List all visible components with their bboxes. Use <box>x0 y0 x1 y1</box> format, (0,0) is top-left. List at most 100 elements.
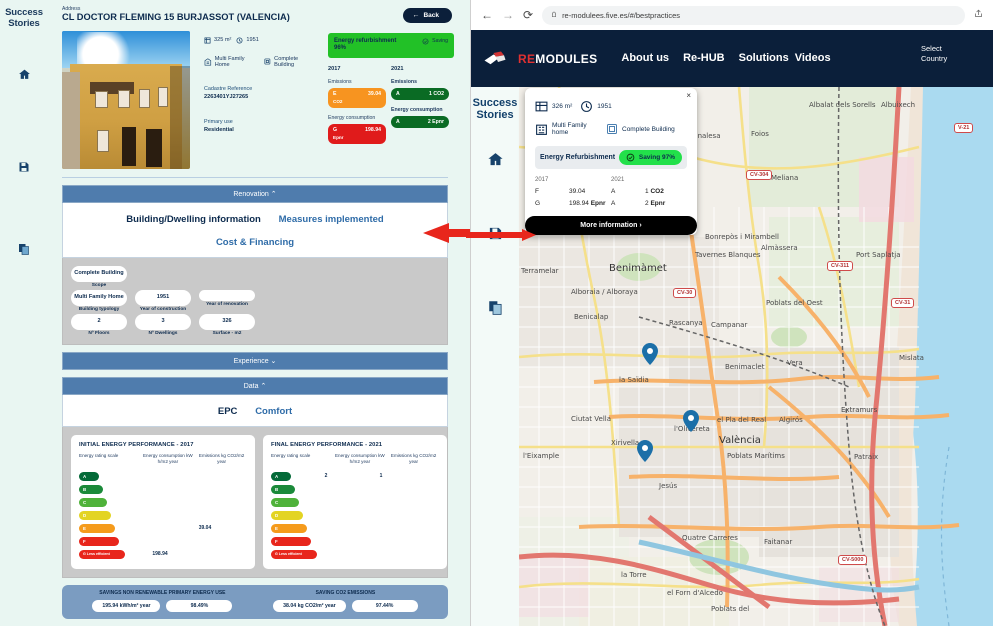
year-columns: 2017 Emissions E 39.04 CO2 Energy consum… <box>328 66 454 144</box>
badge-grade: A <box>396 119 400 125</box>
share-icon[interactable] <box>974 9 983 21</box>
map-label: Jesús <box>659 482 677 490</box>
browser-reload-icon[interactable]: ⟳ <box>523 8 533 22</box>
grade-rows: A B C D E39.04 F G Less efficient198.94 <box>79 470 247 561</box>
savings-pills: 38.04 kg CO2/m² year 97.44% <box>273 600 417 612</box>
map-pin[interactable] <box>683 410 699 432</box>
pill-caption: Scope <box>71 283 127 288</box>
close-icon[interactable]: × <box>686 91 691 100</box>
popup-scope-value: Complete Building <box>622 126 675 133</box>
map-label: Port Saplatja <box>856 251 901 259</box>
nav-videos[interactable]: Videos <box>795 52 831 65</box>
map-label: Alboraia / Alboraya <box>571 288 638 296</box>
tab-comfort[interactable]: Comfort <box>255 406 292 417</box>
grade-row: B <box>79 483 247 496</box>
nav-about-us[interactable]: About us <box>621 52 669 65</box>
home-icon[interactable] <box>11 62 37 88</box>
map-label: Benimaclet <box>725 363 764 371</box>
map-label: Quatre Carreres <box>682 534 738 542</box>
grade-bar-c: C <box>79 498 107 507</box>
grade-bar-f: F <box>271 537 311 546</box>
grade-row: A <box>79 470 247 483</box>
site-nav: About us Re-HUB Solutions Videos <box>621 52 830 65</box>
annotation-arrow-to-tabs <box>423 222 470 244</box>
select-country[interactable]: Select Country <box>921 44 963 64</box>
section-renovation-header[interactable]: Renovation ⌃ <box>62 185 448 203</box>
popup-value: 2 Epnr <box>645 200 665 207</box>
popup-line-consumption-before: G 198.94 Epnr <box>535 200 611 207</box>
map-label: Algirós <box>779 416 803 424</box>
brand-modules: MODULES <box>535 52 597 66</box>
header-scale: Energy rating scale <box>271 453 332 465</box>
tab-measures-implemented[interactable]: Measures implemented <box>279 214 384 225</box>
header-scale: Energy rating scale <box>79 453 140 465</box>
header-emissions: Emissions kg CO2/m2 year <box>196 453 247 465</box>
grade-row: G Less efficient198.94 <box>79 548 247 561</box>
browser-chrome: ← → ⟳ re-modulees.five.es/#/bestpractice… <box>471 0 993 30</box>
pill-caption: Year of construction <box>135 307 191 312</box>
scope-value: Complete Building <box>274 56 318 68</box>
savings-pills: 195.94 kWh/m² year 98.49% <box>92 600 232 612</box>
tab-building-dwelling-information[interactable]: Building/Dwelling information <box>126 214 261 225</box>
map-label: Poblats Marítims <box>727 452 785 460</box>
grade-bar-a: A <box>79 472 99 481</box>
tab-epc[interactable]: EPC <box>218 406 238 417</box>
badge-value: 198.94 <box>365 127 381 133</box>
popup-grade: A <box>611 200 645 207</box>
pill-value: 2 <box>71 314 127 330</box>
nav-solutions[interactable]: Solutions <box>739 52 789 65</box>
grade-bar-g: G Less efficient <box>271 550 317 559</box>
grade-row: E <box>271 522 439 535</box>
map-pin[interactable] <box>637 440 653 462</box>
map-pin[interactable] <box>642 343 658 365</box>
popup-value: 1 CO2 <box>645 188 664 195</box>
popup-grade: A <box>611 188 645 195</box>
section-data-header[interactable]: Data ⌃ <box>62 377 448 395</box>
map-label-burjassot: Benimàmet <box>609 263 667 274</box>
back-button[interactable]: ← Back <box>403 8 452 23</box>
popup-surface: 326 m² <box>535 100 572 113</box>
map-popup-card[interactable]: × 326 m² 1951 Multi Family home Complete… <box>525 88 697 235</box>
pill-caption: Nº Dwellings <box>135 331 191 336</box>
page-title: CL DOCTOR FLEMING 15 BURJASSOT (VALENCIA… <box>62 12 362 24</box>
popup-grade: F <box>535 188 569 195</box>
badge-grade: E <box>333 91 336 97</box>
more-information-button[interactable]: More information › <box>525 216 697 235</box>
brand-logo[interactable]: REMODULES <box>483 50 597 68</box>
documents-icon[interactable] <box>11 236 37 262</box>
pill-line-1: Complete Building Scope <box>71 266 439 288</box>
browser-forward-icon[interactable]: → <box>502 8 514 22</box>
documents-icon[interactable] <box>482 295 508 321</box>
grade-row: B <box>271 483 439 496</box>
popup-typology-value: Multi Family home <box>552 122 598 137</box>
year-value: 1951 <box>246 37 258 43</box>
browser-back-icon[interactable]: ← <box>481 8 493 22</box>
map-label: Benicalap <box>574 313 608 321</box>
road-shield: V-21 <box>954 123 973 133</box>
address-bar[interactable]: re-modulees.five.es/#/bestpractices <box>542 6 965 25</box>
badge-value: 39.04 <box>368 91 381 97</box>
save-icon[interactable] <box>11 154 37 180</box>
popup-year-before: 2017 <box>535 177 611 183</box>
fact-row-typology-scope: Multi Family Home Complete Building <box>204 56 318 68</box>
grade-row: G Less efficient <box>271 548 439 561</box>
savings-co2-group: SAVING CO2 EMISSIONS 38.04 kg CO2/m² yea… <box>273 590 417 612</box>
map-label: Foios <box>751 130 769 138</box>
nav-re-hub[interactable]: Re-HUB <box>683 52 725 65</box>
pill-line-3: 2 Nº Floors 3 Nº Dwellings 326 Surface -… <box>71 314 439 336</box>
header-emissions: Emissions kg CO2/m2 year <box>388 453 439 465</box>
popup-year-after: 2021 <box>611 177 687 183</box>
section-experience-header[interactable]: Experience ⌄ <box>62 352 448 370</box>
scope-chip: Complete Building <box>264 56 318 68</box>
grade-row: C <box>271 496 439 509</box>
map-label: Albuixech <box>881 101 915 109</box>
consumption-value-final: 2 <box>297 473 355 479</box>
home-icon[interactable] <box>482 147 508 173</box>
primary-use-block: Primary use Residential <box>204 118 318 135</box>
tab-cost-financing[interactable]: Cost & Financing <box>216 237 294 248</box>
map-label: Vera <box>787 359 803 367</box>
badge-emissions-after: A 1 CO2 <box>391 88 449 100</box>
grade-bar-f: F <box>79 537 119 546</box>
savings-value: 195.94 kWh/m² year <box>92 600 160 612</box>
map-label: Terramelar <box>521 267 559 275</box>
